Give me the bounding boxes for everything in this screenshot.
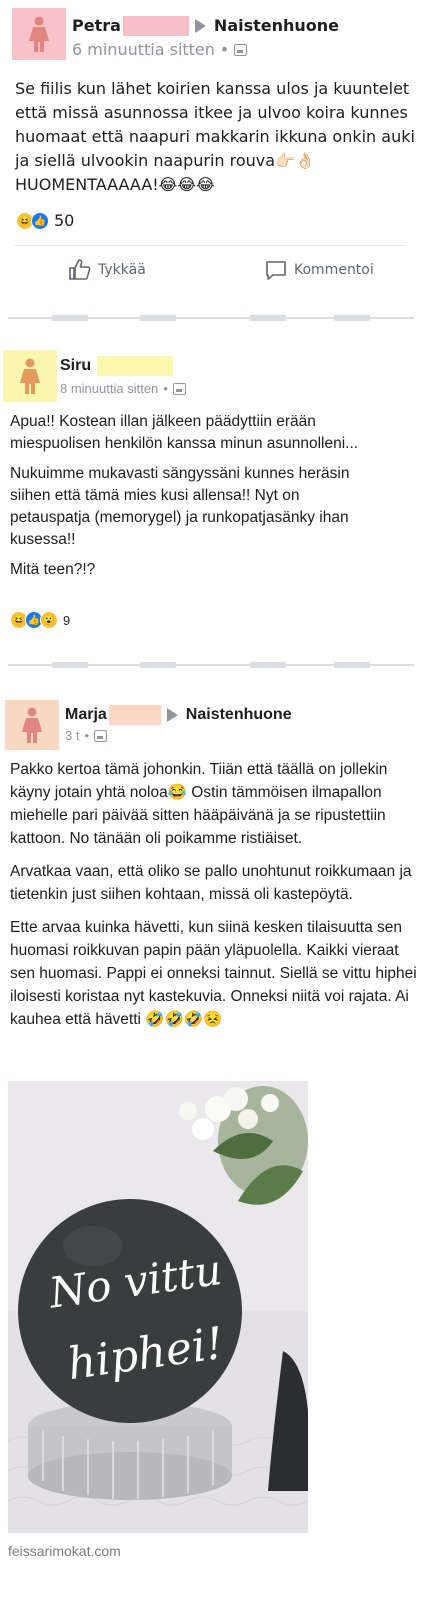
wow-reaction-icon: 😮 xyxy=(40,611,58,629)
comment-button[interactable]: Kommentoi xyxy=(264,258,374,282)
reaction-summary[interactable]: 😆 👍 😮 9 xyxy=(10,611,70,629)
timestamp[interactable]: 6 minuuttia sitten xyxy=(72,38,215,62)
post-meta: 8 minuuttia sitten • xyxy=(60,381,186,396)
post-header: Siru xyxy=(60,356,174,376)
watermark: feissarimokat.com xyxy=(8,1543,121,1559)
post-paragraph: Apua!! Kostean illan jälkeen päädyttiin … xyxy=(10,413,359,452)
post-paragraph: Nukuimme mukavasti sängyssäni kunnes her… xyxy=(10,465,350,548)
post-header: Marja Naistenhuone xyxy=(65,705,292,725)
avatar[interactable] xyxy=(12,8,66,60)
woman-icon xyxy=(22,707,42,743)
post-photo[interactable]: No vittu hiphei! xyxy=(8,1081,308,1533)
redaction xyxy=(97,356,174,376)
comment-icon xyxy=(266,261,286,280)
like-reaction-icon: 👍 xyxy=(31,212,49,230)
group-privacy-icon xyxy=(234,44,248,56)
divider xyxy=(14,245,406,246)
post-body: Apua!! Kostean illan jälkeen päädyttiin … xyxy=(10,411,370,592)
post-paragraph: Se fiilis kun lähet koirien kanssa ulos … xyxy=(15,79,415,194)
group-privacy-icon xyxy=(94,729,108,742)
post-meta: 3 t • xyxy=(65,728,108,743)
post-header: Petra Naistenhuone xyxy=(72,14,339,38)
post-body: Se fiilis kun lähet koirien kanssa ulos … xyxy=(15,77,420,208)
balloon-photo: No vittu hiphei! xyxy=(8,1081,308,1533)
author-name[interactable]: Marja xyxy=(65,706,107,724)
author-name[interactable]: Siru xyxy=(60,357,91,375)
arrow-right-icon xyxy=(194,19,206,33)
author-name[interactable]: Petra xyxy=(72,14,121,38)
post-body: Pakko kertoa tämä johonkin. Tiiän että t… xyxy=(10,758,418,1042)
avatar[interactable] xyxy=(5,700,59,750)
timestamp[interactable]: 3 t xyxy=(65,728,79,743)
redaction xyxy=(122,16,189,36)
group-name[interactable]: Naistenhuone xyxy=(186,706,292,724)
post-paragraph: Arvatkaa vaan, että oliko se pallo unoht… xyxy=(10,863,412,903)
reaction-summary[interactable]: 😆 👍 50 xyxy=(16,209,74,233)
group-privacy-icon xyxy=(172,382,186,395)
woman-icon xyxy=(20,358,40,394)
thumbs-up-icon xyxy=(69,259,91,280)
post-paragraph: Pakko kertoa tämä johonkin. Tiiän että t… xyxy=(10,761,388,847)
like-button[interactable]: Tykkää xyxy=(68,258,146,282)
reaction-count: 50 xyxy=(54,211,75,230)
arrow-right-icon xyxy=(166,708,178,722)
like-label: Tykkää xyxy=(98,262,146,278)
post-paragraph: Ette arvaa kuinka hävetti, kun siinä kes… xyxy=(10,919,417,1028)
post-paragraph: Mitä teen?!? xyxy=(10,561,96,578)
timestamp[interactable]: 8 minuuttia sitten xyxy=(60,381,158,396)
woman-icon xyxy=(29,16,49,52)
redaction xyxy=(108,705,161,725)
comment-label: Kommentoi xyxy=(294,262,374,278)
reaction-count: 9 xyxy=(63,612,71,628)
group-name[interactable]: Naistenhuone xyxy=(214,14,339,38)
post-meta: 6 minuuttia sitten • xyxy=(72,38,248,62)
avatar[interactable] xyxy=(3,350,57,402)
